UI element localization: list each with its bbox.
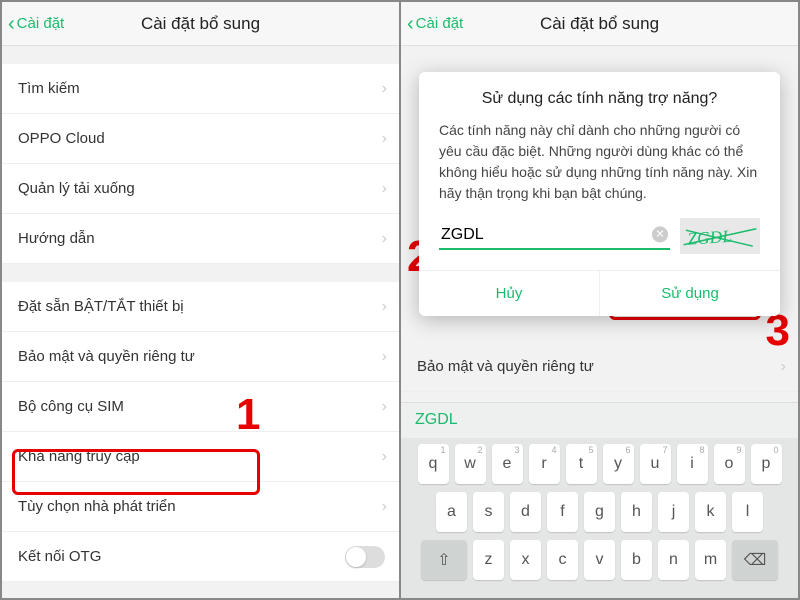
back-label: Cài đặt bbox=[416, 15, 464, 32]
chevron-left-icon: ‹ bbox=[8, 14, 15, 34]
list-item[interactable]: Kết nối OTG bbox=[2, 532, 399, 582]
keyboard-suggestion[interactable]: ZGDL bbox=[401, 402, 798, 438]
chevron-right-icon: › bbox=[382, 448, 387, 466]
clear-icon[interactable]: ✕ bbox=[652, 226, 668, 242]
ok-button[interactable]: Sử dụng bbox=[599, 271, 780, 316]
key-⇧[interactable]: ⇧ bbox=[421, 540, 467, 580]
chevron-right-icon: › bbox=[382, 180, 387, 198]
list-item[interactable]: Khả năng truy cập› bbox=[2, 432, 399, 482]
key-r[interactable]: r4 bbox=[529, 444, 560, 484]
key-g[interactable]: g bbox=[584, 492, 615, 532]
key-⌫[interactable]: ⌫ bbox=[732, 540, 778, 580]
dialog-body: Các tính năng này chỉ dành cho những ngư… bbox=[419, 120, 780, 218]
nav-bar: ‹ Cài đặt Cài đặt bổ sung bbox=[2, 2, 399, 46]
list-item[interactable]: OPPO Cloud› bbox=[2, 114, 399, 164]
key-l[interactable]: l bbox=[732, 492, 763, 532]
list-item[interactable]: Hướng dẫn› bbox=[2, 214, 399, 264]
settings-group-2: Đặt sẵn BẬT/TẮT thiết bị›Bảo mật và quyề… bbox=[2, 282, 399, 582]
key-y[interactable]: y6 bbox=[603, 444, 634, 484]
keyboard: q1w2e3r4t5y6u7i8o9p0 asdfghjkl ⇧zxcvbnm⌫ bbox=[401, 438, 798, 598]
chevron-right-icon: › bbox=[382, 298, 387, 316]
captcha-image: ZGDL bbox=[680, 218, 760, 254]
key-a[interactable]: a bbox=[436, 492, 467, 532]
chevron-right-icon: › bbox=[382, 348, 387, 366]
key-d[interactable]: d bbox=[510, 492, 541, 532]
key-k[interactable]: k bbox=[695, 492, 726, 532]
key-q[interactable]: q1 bbox=[418, 444, 449, 484]
toggle[interactable] bbox=[345, 546, 385, 568]
key-v[interactable]: v bbox=[584, 540, 615, 580]
nav-bar: ‹ Cài đặt Cài đặt bổ sung bbox=[401, 2, 798, 46]
key-o[interactable]: o9 bbox=[714, 444, 745, 484]
key-n[interactable]: n bbox=[658, 540, 689, 580]
captcha-input[interactable] bbox=[439, 222, 670, 250]
dialog-title: Sử dụng các tính năng trợ năng? bbox=[419, 72, 780, 120]
cancel-button[interactable]: Hủy bbox=[419, 271, 599, 316]
chevron-right-icon: › bbox=[781, 358, 786, 376]
list-item[interactable]: Tùy chọn nhà phát triển› bbox=[2, 482, 399, 532]
svg-text:ZGDL: ZGDL bbox=[687, 226, 733, 249]
chevron-left-icon: ‹ bbox=[407, 14, 414, 34]
key-f[interactable]: f bbox=[547, 492, 578, 532]
left-pane: ‹ Cài đặt Cài đặt bổ sung Tìm kiếm›OPPO … bbox=[2, 2, 399, 598]
list-item[interactable]: Tìm kiếm› bbox=[2, 64, 399, 114]
chevron-right-icon: › bbox=[382, 130, 387, 148]
list-item[interactable]: Đặt sẵn BẬT/TẮT thiết bị› bbox=[2, 282, 399, 332]
key-e[interactable]: e3 bbox=[492, 444, 523, 484]
key-u[interactable]: u7 bbox=[640, 444, 671, 484]
key-c[interactable]: c bbox=[547, 540, 578, 580]
list-item[interactable]: Bộ công cụ SIM› bbox=[2, 382, 399, 432]
list-item[interactable]: Bảo mật và quyền riêng tư› bbox=[2, 332, 399, 382]
key-m[interactable]: m bbox=[695, 540, 726, 580]
key-i[interactable]: i8 bbox=[677, 444, 708, 484]
chevron-right-icon: › bbox=[382, 230, 387, 248]
back-button[interactable]: ‹ Cài đặt bbox=[401, 14, 463, 34]
right-pane: ‹ Cài đặt Cài đặt bổ sung Bảo mật và quy… bbox=[399, 2, 798, 598]
key-w[interactable]: w2 bbox=[455, 444, 486, 484]
back-button[interactable]: ‹ Cài đặt bbox=[2, 14, 64, 34]
key-h[interactable]: h bbox=[621, 492, 652, 532]
key-t[interactable]: t5 bbox=[566, 444, 597, 484]
key-x[interactable]: x bbox=[510, 540, 541, 580]
accessibility-dialog: Sử dụng các tính năng trợ năng? Các tính… bbox=[419, 72, 780, 316]
chevron-right-icon: › bbox=[382, 398, 387, 416]
chevron-right-icon: › bbox=[382, 498, 387, 516]
key-b[interactable]: b bbox=[621, 540, 652, 580]
settings-group-1: Tìm kiếm›OPPO Cloud›Quản lý tải xuống›Hư… bbox=[2, 64, 399, 264]
list-item[interactable]: Bảo mật và quyền riêng tư› bbox=[401, 342, 798, 392]
key-p[interactable]: p0 bbox=[751, 444, 782, 484]
back-label: Cài đặt bbox=[17, 15, 65, 32]
key-z[interactable]: z bbox=[473, 540, 504, 580]
key-j[interactable]: j bbox=[658, 492, 689, 532]
chevron-right-icon: › bbox=[382, 80, 387, 98]
key-s[interactable]: s bbox=[473, 492, 504, 532]
dialog-buttons: Hủy Sử dụng bbox=[419, 270, 780, 316]
list-item[interactable]: Quản lý tải xuống› bbox=[2, 164, 399, 214]
